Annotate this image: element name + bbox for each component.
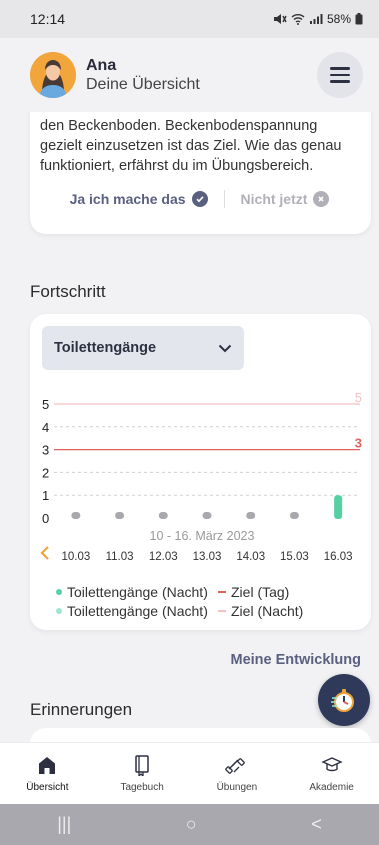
avatar[interactable] <box>30 52 76 98</box>
chevron-left-icon[interactable] <box>40 546 49 560</box>
y-tick-label: 2 <box>42 465 49 480</box>
x-tick-label: 14.03 <box>236 551 265 563</box>
dismiss-label: Nicht jetzt <box>240 191 308 207</box>
legend-item: Toilettengänge (Nacht) <box>56 603 218 619</box>
legend-item: Ziel (Nacht) <box>218 603 379 619</box>
menu-icon <box>330 67 350 70</box>
system-navigation-bar: ||| ○ < <box>0 804 379 845</box>
tip-card: den Beckenboden. Beckenbodenspannung gez… <box>30 112 371 234</box>
nav-item-exercises[interactable]: Übungen <box>190 743 285 804</box>
battery-percent: 58% <box>326 12 351 26</box>
reminders-card <box>30 728 371 742</box>
legend-dot <box>56 588 62 595</box>
book-icon <box>135 755 149 776</box>
app-header: Ana Deine Übersicht <box>0 38 379 112</box>
chevron-down-icon <box>218 344 232 352</box>
x-tick-label: 15.03 <box>280 551 309 563</box>
x-tick-label: 12.03 <box>149 551 178 563</box>
my-progress-link[interactable]: Meine Entwicklung <box>230 652 361 668</box>
nav-item-diary[interactable]: Tagebuch <box>95 743 190 804</box>
home-button[interactable]: ○ <box>186 814 197 835</box>
wifi-icon <box>291 14 305 25</box>
check-icon <box>191 191 208 207</box>
goal-label: 5 <box>355 390 362 405</box>
x-tick-label: 16.03 <box>324 551 353 563</box>
legend-item: Ziel (Tag) <box>218 584 379 600</box>
signal-icon <box>309 14 323 24</box>
progress-card: Toilettengänge 3 5 0 1 2 3 4 5 10.03 11.03 12.03… <box>30 314 371 630</box>
y-tick-label: 4 <box>42 420 49 435</box>
confirm-label: Ja ich mache das <box>69 191 186 207</box>
stopwatch-icon <box>331 689 354 712</box>
bottom-navigation: Übersicht Tagebuch Übungen Akademie <box>0 742 379 804</box>
battery-icon <box>355 13 363 25</box>
timer-fab[interactable] <box>318 674 370 726</box>
chart-legend: Toilettengänge (Nacht) Ziel (Tag) Toilet… <box>56 582 379 620</box>
bar-empty[interactable] <box>202 512 212 519</box>
mute-icon <box>273 14 287 24</box>
back-button[interactable]: < <box>311 814 322 835</box>
bar-empty[interactable] <box>158 512 168 519</box>
divider <box>223 190 225 208</box>
legend-item: Toilettengänge (Nacht) <box>56 584 218 600</box>
status-icons: 58% <box>273 12 363 26</box>
x-tick-label: 13.03 <box>193 551 222 563</box>
bar-empty[interactable] <box>289 512 299 519</box>
dumbbell-icon <box>225 758 245 774</box>
bar-empty[interactable] <box>71 512 81 519</box>
y-tick-label: 3 <box>42 443 49 458</box>
metric-dropdown[interactable]: Toilettengänge <box>42 326 244 370</box>
avatar-illustration-icon <box>30 52 76 98</box>
y-tick-label: 1 <box>42 488 49 503</box>
nav-item-academy[interactable]: Akademie <box>284 743 379 804</box>
y-tick-label: 0 <box>42 511 49 526</box>
recents-button[interactable]: ||| <box>57 814 71 835</box>
y-tick-label: 5 <box>42 397 49 412</box>
menu-button[interactable] <box>317 52 363 98</box>
status-time: 12:14 <box>30 11 66 27</box>
main-content[interactable]: den Beckenboden. Beckenbodenspannung gez… <box>0 112 379 742</box>
legend-dot <box>56 607 62 614</box>
bar-empty[interactable] <box>246 512 256 519</box>
metric-dropdown-value: Toilettengänge <box>54 340 157 356</box>
tip-text: den Beckenboden. Beckenbodenspannung gez… <box>40 118 342 174</box>
page-subtitle: Deine Übersicht <box>86 75 200 93</box>
reminders-title: Erinnerungen <box>30 700 133 719</box>
home-icon <box>39 757 56 774</box>
bar[interactable] <box>334 495 343 519</box>
chart-date-range: 10 - 16. März 2023 <box>150 529 255 543</box>
user-name: Ana <box>86 56 117 74</box>
dismiss-button[interactable]: Nicht jetzt <box>241 191 330 207</box>
x-tick-label: 11.03 <box>106 551 134 563</box>
confirm-button[interactable]: Ja ich mache das <box>70 191 208 207</box>
x-tick-label: 10.03 <box>61 551 90 563</box>
progress-chart: 3 5 0 1 2 3 4 5 10.03 11.03 12.03 13.03 14.03 15.03… <box>40 390 362 563</box>
bar-empty[interactable] <box>115 512 125 519</box>
legend-dash <box>218 590 226 593</box>
progress-title: Fortschritt <box>30 282 106 301</box>
goal-label: 3 <box>355 436 362 451</box>
status-bar: 12:14 58% <box>0 0 379 38</box>
graduation-cap-icon <box>320 757 343 772</box>
nav-item-overview[interactable]: Übersicht <box>0 743 95 804</box>
legend-dash <box>218 609 226 612</box>
tip-actions: Ja ich mache das Nicht jetzt <box>40 190 359 208</box>
close-icon <box>313 191 330 207</box>
